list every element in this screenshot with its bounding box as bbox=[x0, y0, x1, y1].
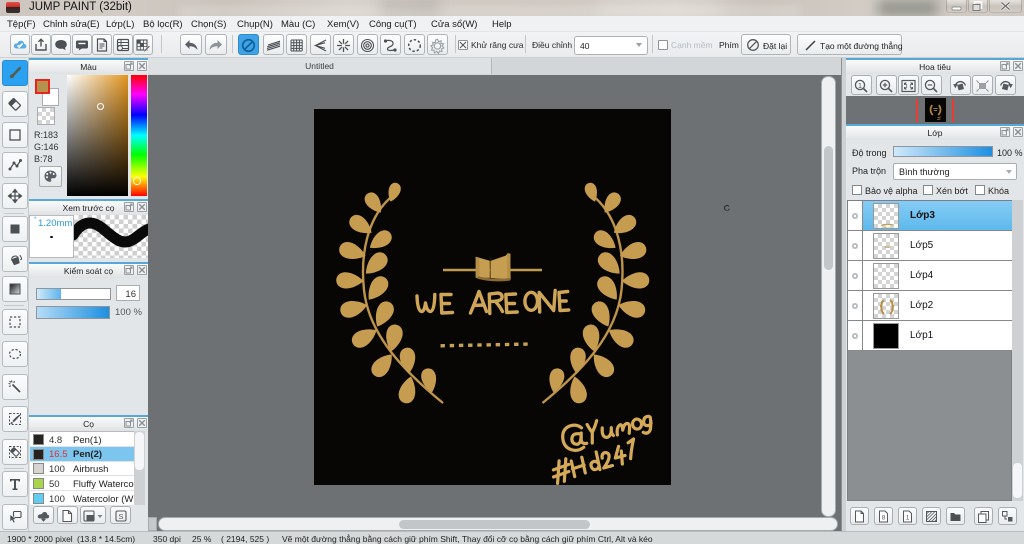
svg-text:1: 1 bbox=[906, 515, 910, 522]
svg-text:1: 1 bbox=[858, 80, 862, 89]
svg-text:8: 8 bbox=[882, 515, 886, 522]
svg-text:S: S bbox=[118, 512, 123, 521]
